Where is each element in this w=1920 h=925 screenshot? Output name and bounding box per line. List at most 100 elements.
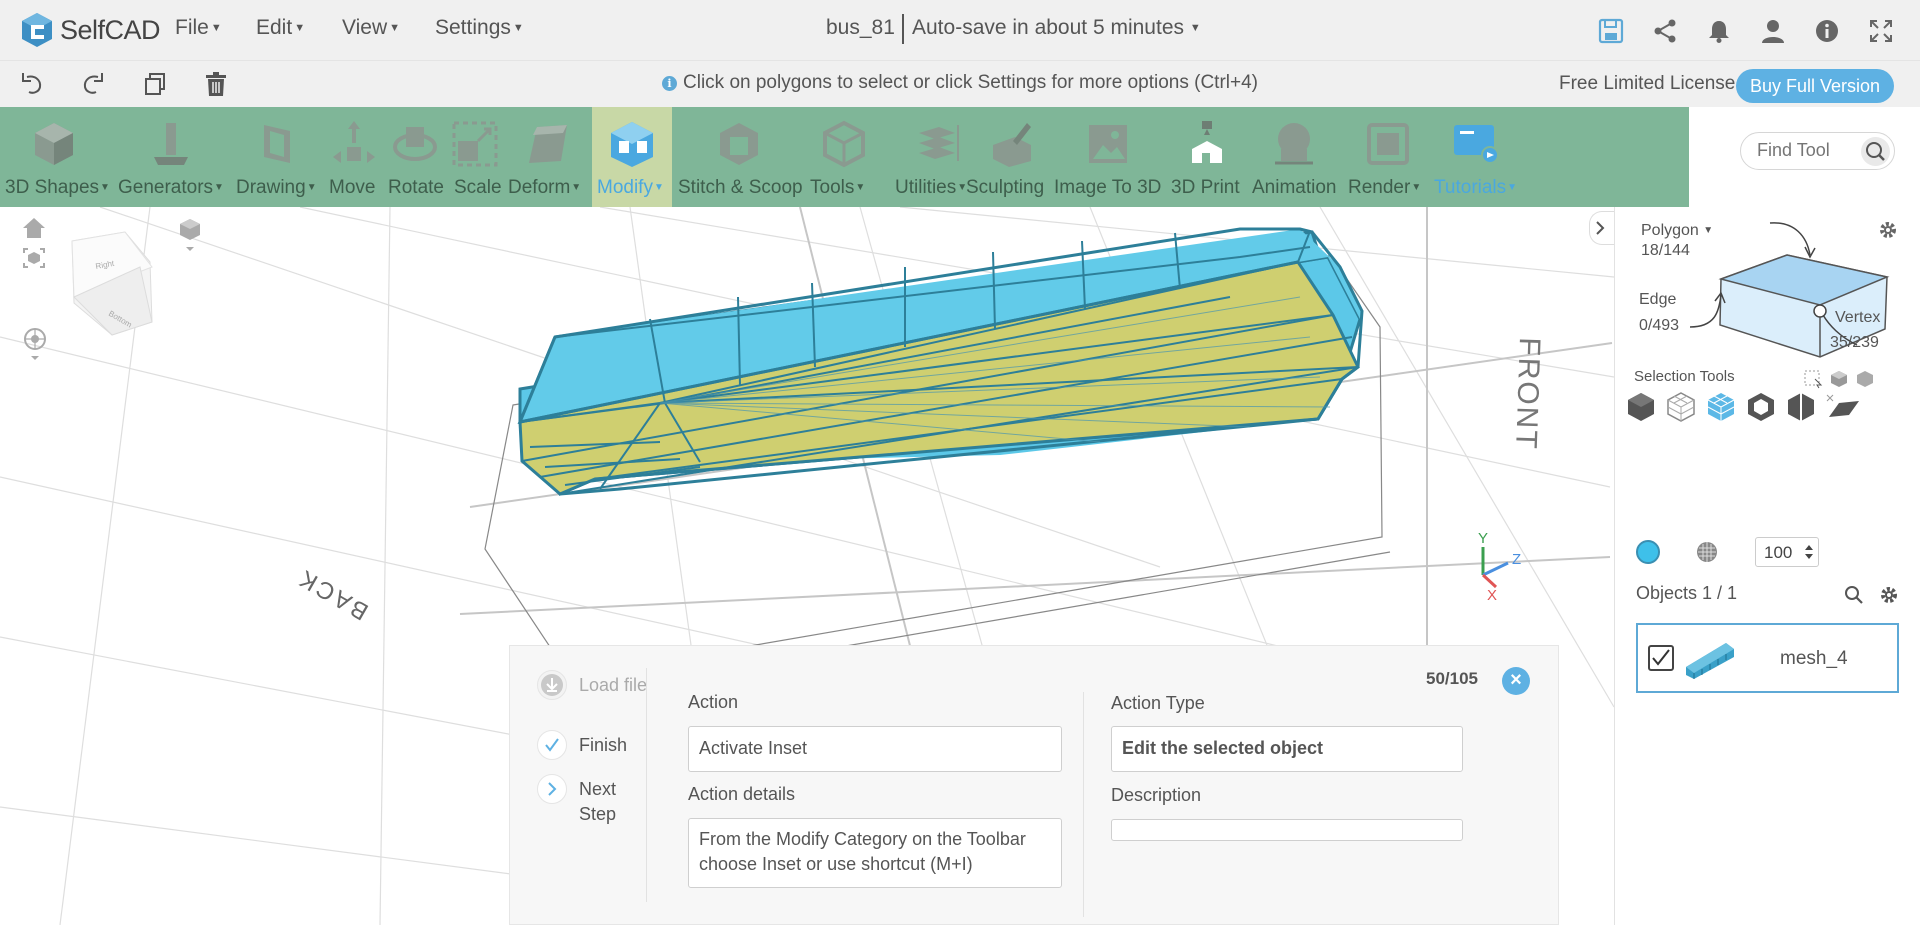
tool-modify[interactable]: Modify▼ — [592, 107, 672, 207]
opacity-stepper[interactable]: 100 — [1755, 537, 1819, 567]
divider — [646, 668, 647, 902]
object-name: mesh_4 — [1780, 648, 1848, 669]
edge-count: 0/493 — [1639, 317, 1680, 334]
solid-cube-icon[interactable] — [1625, 391, 1657, 423]
caret-down-icon: ▼ — [214, 182, 224, 193]
tool-label: Utilities — [895, 177, 957, 198]
redo-icon[interactable] — [80, 71, 106, 97]
search-icon[interactable] — [1843, 584, 1865, 606]
caret-down-icon: ▼ — [294, 22, 306, 34]
scale-icon — [452, 121, 498, 167]
find-tool-input[interactable] — [1757, 140, 1857, 161]
tool-generators[interactable]: Generators▼ — [112, 107, 230, 207]
image-icon — [1089, 125, 1127, 163]
tool-move[interactable]: Move — [324, 107, 384, 207]
share-icon[interactable] — [1652, 18, 1678, 44]
tool-animation[interactable]: Animation — [1248, 107, 1340, 207]
vertex-label[interactable]: Vertex — [1835, 309, 1880, 327]
color-swatch[interactable] — [1636, 540, 1660, 564]
select-all-icon[interactable] — [1855, 369, 1875, 389]
back-label: BACK — [293, 563, 373, 625]
stepper-arrows-icon[interactable] — [1804, 542, 1814, 562]
perspective-cube-icon[interactable] — [176, 217, 204, 253]
info-icon[interactable] — [1814, 18, 1840, 44]
tool-image-to-3d[interactable]: Image To 3D — [1054, 107, 1162, 207]
caret-down-icon: ▼ — [210, 22, 222, 34]
edge-label[interactable]: Edge — [1639, 291, 1676, 309]
autosave-text: Auto-save in about 5 minutes — [912, 16, 1184, 39]
menu-file[interactable]: File ▼ — [175, 16, 222, 40]
menu-view[interactable]: View ▼ — [342, 16, 400, 40]
check-icon — [1652, 649, 1670, 666]
tool-tools[interactable]: Tools▼ — [806, 107, 882, 207]
paint-select-icon[interactable] — [1829, 369, 1849, 389]
tutorials-icon — [1454, 125, 1499, 164]
tool-label: Animation — [1252, 177, 1337, 198]
plane-select-icon[interactable] — [1825, 391, 1861, 423]
tool-tutorials[interactable]: Tutorials▼ — [1430, 107, 1520, 207]
tool-deform[interactable]: Deform▼ — [504, 107, 592, 207]
caret-down-icon: ▼ — [100, 182, 110, 193]
menu-settings-label: Settings — [435, 16, 511, 39]
selfcad-app: SelfCAD File ▼ Edit ▼ View ▼ Settings ▼ bus_… — [0, 0, 1920, 925]
half-cube-icon[interactable] — [1785, 391, 1817, 423]
render-icon — [1367, 123, 1409, 165]
logo[interactable]: SelfCAD — [20, 10, 161, 50]
home-icon[interactable] — [22, 217, 46, 239]
hollow-cube-icon[interactable] — [1745, 391, 1777, 423]
action-label: Action — [688, 692, 739, 712]
orbit-target-icon[interactable] — [22, 327, 48, 363]
view-cube[interactable]: Right Bottom — [71, 231, 153, 336]
tool-stitch-scoop[interactable]: Stitch & Scoop — [676, 107, 803, 207]
move-icon — [333, 121, 375, 163]
collapse-panel-button[interactable] — [1589, 211, 1615, 245]
tool-render[interactable]: Render▼ — [1346, 107, 1430, 207]
right-panel: Polygon ▼ 18/144 Edge 0/493 Vertex 35/23… — [1614, 207, 1920, 925]
fit-view-icon[interactable] — [22, 247, 46, 269]
grid-cube-icon[interactable] — [1705, 391, 1737, 423]
gear-icon[interactable] — [1878, 584, 1900, 606]
rotate-icon — [393, 127, 437, 161]
object-item[interactable]: mesh_4 — [1636, 623, 1899, 693]
fullscreen-icon[interactable] — [1868, 18, 1894, 44]
step-counter: 50/105 — [1426, 669, 1478, 688]
opacity-value: 100 — [1764, 543, 1793, 562]
tool-sculpting[interactable]: Sculpting — [962, 107, 1062, 207]
tool-label: Render — [1348, 177, 1411, 198]
rect-select-icon[interactable] — [1803, 369, 1823, 389]
document-title[interactable]: bus_81 — [826, 16, 895, 40]
tool-label: Modify — [597, 177, 653, 198]
search-icon[interactable] — [1861, 137, 1890, 166]
axis-z-label: Z — [1512, 551, 1521, 568]
tool-3d-print[interactable]: 3D Print — [1168, 107, 1246, 207]
tool-label: Deform — [508, 177, 571, 198]
tool-label: Drawing — [236, 177, 306, 198]
selection-tools-title: Selection Tools — [1634, 368, 1735, 385]
find-tool-search[interactable] — [1740, 132, 1895, 170]
wireframe-cube-icon[interactable] — [1665, 391, 1697, 423]
autosave-status[interactable]: Auto-save in about 5 minutes ▼ — [912, 16, 1201, 40]
chevron-right-icon — [537, 774, 567, 804]
trash-icon[interactable] — [203, 71, 229, 97]
modify-icon — [611, 122, 653, 167]
menu-view-label: View — [342, 16, 388, 39]
menu-edit[interactable]: Edit ▼ — [256, 16, 305, 40]
tool-3d-shapes[interactable]: 3D Shapes▼ — [0, 107, 110, 207]
bell-icon[interactable] — [1706, 18, 1732, 44]
buy-full-version-button[interactable]: Buy Full Version — [1736, 69, 1894, 103]
axis-gizmo: Y Z X — [1478, 530, 1521, 604]
save-icon[interactable] — [1598, 18, 1624, 44]
user-icon[interactable] — [1760, 18, 1786, 44]
tool-label: Sculpting — [966, 177, 1045, 198]
tool-rotate[interactable]: Rotate — [384, 107, 446, 207]
close-tutorial-button[interactable]: × — [1502, 667, 1530, 695]
object-visible-checkbox[interactable] — [1648, 645, 1674, 671]
menu-settings[interactable]: Settings ▼ — [435, 16, 524, 40]
tool-drawing[interactable]: Drawing▼ — [234, 107, 324, 207]
license-text: Free Limited License — [1559, 73, 1736, 94]
texture-icon[interactable] — [1695, 540, 1719, 564]
tool-label: Generators — [118, 177, 214, 198]
copy-icon[interactable] — [142, 71, 168, 97]
tool-scale[interactable]: Scale — [446, 107, 504, 207]
undo-icon[interactable] — [19, 71, 45, 97]
